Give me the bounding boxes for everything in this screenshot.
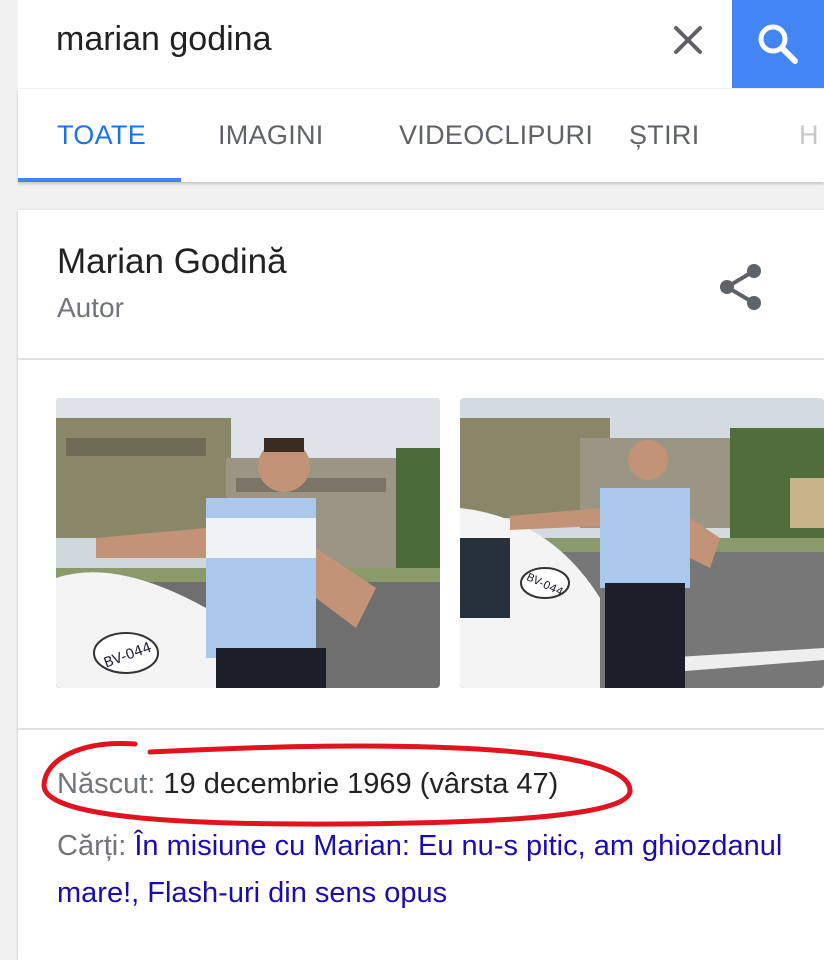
entity-title: Marian Godină: [57, 242, 287, 281]
share-icon: [720, 264, 761, 310]
knowledge-panel: Marian Godină Autor BV-044 BV-044 Născut…: [18, 210, 824, 960]
clear-button[interactable]: [666, 18, 710, 62]
policeman-photo: BV-044: [460, 398, 824, 688]
tab-videoclipuri[interactable]: VIDEOCLIPURI: [399, 89, 593, 182]
header-divider: [18, 358, 824, 360]
books-label: Cărți:: [57, 830, 127, 862]
born-fact: Născut: 19 decembrie 1969 (vârsta 47): [57, 768, 797, 801]
close-icon: [674, 26, 702, 54]
image-2[interactable]: BV-044: [460, 398, 824, 688]
book-separator: ,: [131, 877, 148, 909]
search-bar: marian godina: [18, 0, 824, 88]
images-divider: [18, 728, 824, 730]
book-link-2[interactable]: Flash-uri din sens opus: [147, 877, 447, 909]
books-fact: Cărți: În misiune cu Marian: Eu nu-s pit…: [57, 823, 797, 917]
tab-imagini[interactable]: IMAGINI: [218, 89, 324, 182]
born-label: Născut:: [57, 768, 156, 800]
tab-toate[interactable]: TOATE: [57, 89, 146, 182]
tab-stiri[interactable]: ȘTIRI: [629, 89, 700, 182]
search-icon: [758, 24, 798, 64]
born-value: 19 decembrie 1969 (vârsta 47): [155, 768, 559, 800]
search-input[interactable]: marian godina: [56, 20, 271, 59]
share-button[interactable]: [712, 258, 770, 316]
tab-more[interactable]: H: [799, 89, 819, 182]
search-button[interactable]: [732, 0, 824, 88]
active-tab-indicator: [18, 178, 181, 182]
search-tabs: TOATE IMAGINI VIDEOCLIPURI ȘTIRI H: [18, 89, 824, 182]
entity-subtitle: Autor: [57, 292, 124, 323]
facts-section: Născut: 19 decembrie 1969 (vârsta 47) Că…: [57, 768, 797, 917]
image-1[interactable]: BV-044: [56, 398, 440, 688]
policeman-photo: BV-044: [56, 398, 440, 688]
